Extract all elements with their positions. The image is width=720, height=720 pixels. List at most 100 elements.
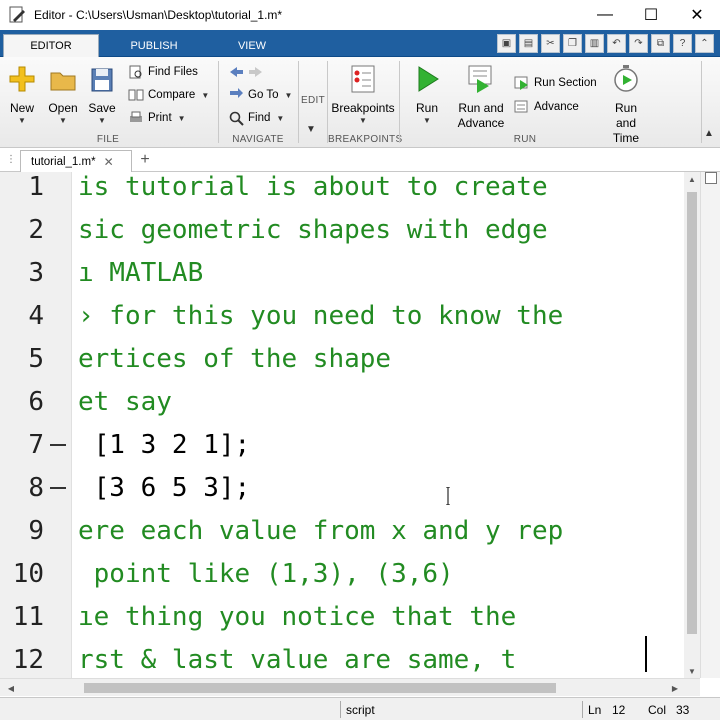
code-line[interactable]: 4 › for this you need to know the [0, 301, 700, 344]
chevron-down-icon: ▼ [276, 113, 285, 123]
comment-text: et say [78, 387, 172, 417]
mouse-ibeam-cursor-icon [446, 487, 450, 505]
edit-section-label[interactable]: EDIT [300, 95, 326, 107]
advance-button[interactable]: Advance [514, 97, 579, 117]
tab-publish[interactable]: PUBLISH [106, 34, 202, 57]
document-tab-bar: ⋮ tutorial_1.m* ✕ + [0, 148, 720, 172]
scroll-left-icon[interactable]: ◀ [4, 681, 18, 695]
minimize-button[interactable]: — [582, 0, 628, 30]
status-bar: script Ln 12 Col 33 [0, 697, 720, 720]
breakpoints-icon [347, 63, 379, 95]
run-section-icon [514, 75, 530, 91]
save-button[interactable]: Save ▼ [86, 63, 118, 126]
help-icon[interactable]: ? [673, 34, 692, 53]
collapse-ribbon-icon[interactable]: ⌃ [695, 34, 714, 53]
ribbon-collapse-icon[interactable]: ▲ [704, 129, 714, 139]
chevron-down-icon: ▼ [284, 90, 293, 100]
advance-icon [514, 99, 530, 115]
quick-access-new-icon[interactable]: ▣ [497, 34, 516, 53]
open-button[interactable]: Open ▼ [46, 63, 80, 126]
quick-access-toolbar: ▣ ▤ ✂ ❐ ▥ ↶ ↷ ⧉ ? ⌃ [497, 34, 714, 54]
compare-button[interactable]: Compare ▼ [128, 85, 209, 105]
chevron-down-icon: ▼ [98, 116, 106, 125]
horizontal-scrollbar[interactable]: ◀ ▶ [0, 678, 700, 696]
new-button[interactable]: New ▼ [6, 63, 38, 126]
quick-access-switch-window-icon[interactable]: ⧉ [651, 34, 670, 53]
code-line[interactable]: 5 ertices of the shape [0, 344, 700, 387]
find-files-button[interactable]: Find Files [128, 62, 198, 82]
find-button[interactable]: Find ▼ [228, 108, 284, 128]
ribbon-divider [218, 61, 219, 143]
code-line[interactable]: 9 ere each value from x and y rep [0, 516, 700, 559]
quick-access-redo-icon[interactable]: ↷ [629, 34, 648, 53]
comment-text: is tutorial is about to create [78, 172, 548, 202]
close-tab-icon[interactable]: ✕ [104, 155, 114, 169]
vertical-scrollbar[interactable]: ▲ ▼ [684, 172, 700, 678]
tab-view[interactable]: VIEW [208, 34, 296, 57]
code-line[interactable]: 7 [1 3 2 1]; [0, 430, 700, 473]
code-line[interactable]: 3 ı MATLAB [0, 258, 700, 301]
code-line[interactable]: 6 et say [0, 387, 700, 430]
comment-text: ıe thing you notice that the [78, 602, 517, 632]
stopwatch-icon [610, 63, 642, 95]
file-type-status: script [346, 703, 375, 717]
breakpoints-button[interactable]: Breakpoints ▼ [331, 63, 395, 126]
tab-scroll-icon[interactable]: ⋮ [6, 154, 16, 165]
analyzer-indicator-icon[interactable] [705, 172, 717, 184]
add-tab-button[interactable]: + [136, 151, 154, 169]
line-number: 7 [28, 430, 44, 460]
quick-access-copy-icon[interactable]: ❐ [563, 34, 582, 53]
edit-expand-icon[interactable]: ▼ [306, 125, 316, 135]
back-forward-buttons[interactable] [228, 62, 268, 82]
tab-editor[interactable]: EDITOR [3, 34, 99, 57]
code-line[interactable]: 10 point like (1,3), (3,6) [0, 559, 700, 602]
quick-access-cut-icon[interactable]: ✂ [541, 34, 560, 53]
scroll-up-icon[interactable]: ▲ [684, 172, 700, 186]
run-and-advance-button[interactable]: Run and Advance [454, 63, 508, 131]
line-number: 12 [12, 645, 44, 675]
run-and-advance-icon [465, 63, 497, 95]
run-button[interactable]: Run ▼ [410, 63, 444, 126]
code-line[interactable]: 1 is tutorial is about to create [0, 172, 700, 215]
line-number: 8 [28, 473, 44, 503]
line-number: 3 [28, 258, 44, 288]
run-section-button[interactable]: Run Section [514, 73, 597, 93]
code-editor[interactable]: 1 is tutorial is about to create 2 sic geom… [0, 172, 700, 678]
editor-app-icon [8, 6, 26, 24]
quick-access-save-icon[interactable]: ▤ [519, 34, 538, 53]
code-line[interactable]: 12 rst & last value are same, t [0, 645, 700, 678]
scroll-right-icon[interactable]: ▶ [668, 681, 682, 695]
vertical-scroll-thumb[interactable] [687, 192, 697, 634]
quick-access-paste-icon[interactable]: ▥ [585, 34, 604, 53]
ribbon-divider [701, 61, 702, 143]
ribbon-divider [327, 61, 328, 143]
find-files-icon [128, 64, 144, 80]
code-text: [3 6 5 3]; [78, 473, 251, 503]
maximize-button[interactable]: ☐ [628, 0, 674, 30]
folder-icon [47, 63, 79, 95]
code-line[interactable]: 11 ıe thing you notice that the [0, 602, 700, 645]
back-arrow-icon [228, 64, 244, 80]
executable-line-marker[interactable] [50, 487, 66, 489]
quick-access-undo-icon[interactable]: ↶ [607, 34, 626, 53]
document-tab[interactable]: tutorial_1.m* ✕ [20, 150, 132, 172]
close-button[interactable]: ✕ [674, 0, 720, 30]
line-number: 2 [28, 215, 44, 245]
run-section-label: RUN [513, 134, 537, 145]
line-number: 5 [28, 344, 44, 374]
status-divider [340, 701, 341, 718]
executable-line-marker[interactable] [50, 444, 66, 446]
navigate-section-label: NAVIGATE [232, 134, 284, 145]
chevron-down-icon: ▼ [59, 116, 67, 125]
ribbon-divider [399, 61, 400, 143]
comment-text: point like (1,3), (3,6) [78, 559, 454, 589]
code-line[interactable]: 2 sic geometric shapes with edge [0, 215, 700, 258]
print-button[interactable]: Print ▼ [128, 108, 186, 128]
right-margin-pane [700, 172, 720, 678]
ribbon-divider [298, 61, 299, 143]
printer-icon [128, 110, 144, 126]
horizontal-scroll-thumb[interactable] [84, 683, 556, 693]
code-line[interactable]: 8 [3 6 5 3]; [0, 473, 700, 516]
scroll-down-icon[interactable]: ▼ [684, 664, 700, 678]
go-to-button[interactable]: Go To ▼ [228, 85, 292, 105]
